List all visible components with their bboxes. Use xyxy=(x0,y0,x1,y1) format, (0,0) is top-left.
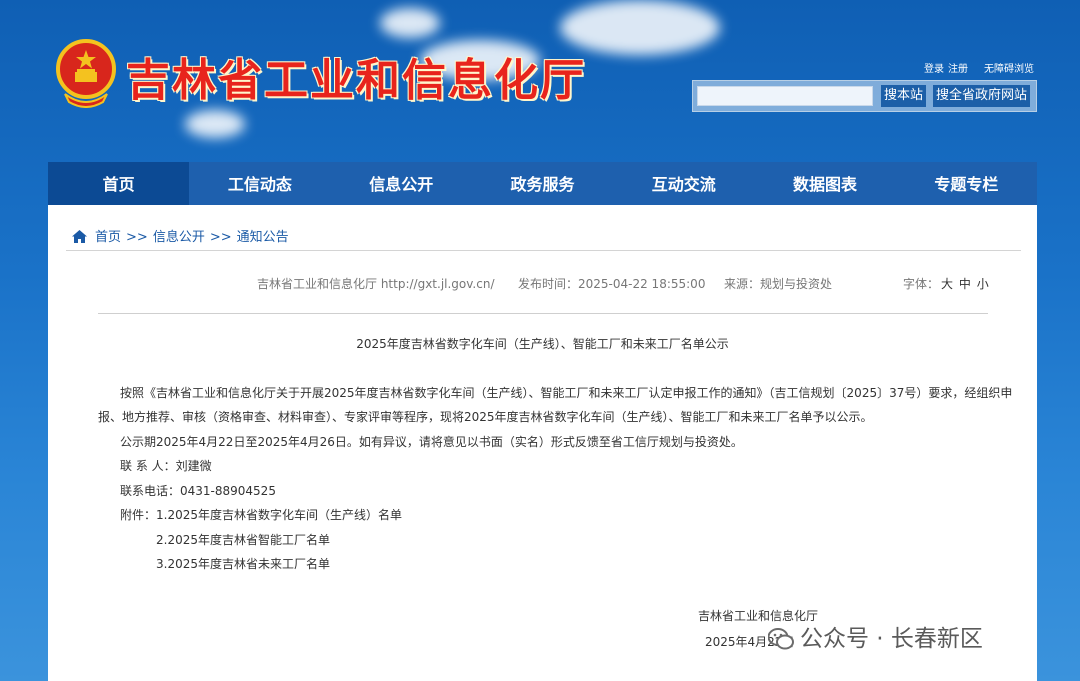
site-title: 吉林省工业和信息化厅 xyxy=(126,55,586,106)
login-link[interactable]: 登录 xyxy=(924,64,944,75)
contact-person: 联 系 人：刘建微 xyxy=(120,459,212,473)
search-bar: 搜本站 搜全省政府网站 xyxy=(692,80,1037,112)
home-icon xyxy=(72,230,87,243)
attachment-1[interactable]: 附件：1.2025年度吉林省数字化车间（生产线）名单 xyxy=(120,503,402,528)
accessible-link[interactable]: 无障碍浏览 xyxy=(984,64,1034,75)
article-paragraph: 报、地方推荐、审核（资格审查、材料审查）、专家评审等程序，现将2025年度吉林省… xyxy=(98,410,873,424)
nav-interaction[interactable]: 互动交流 xyxy=(613,162,754,205)
register-link[interactable]: 注册 xyxy=(948,64,968,75)
wechat-icon xyxy=(768,628,794,650)
cloud-decoration xyxy=(380,8,440,38)
breadcrumb-separator: >> xyxy=(126,230,148,245)
main-nav: 首页 工信动态 信息公开 政务服务 互动交流 数据图表 专题专栏 xyxy=(48,162,1037,205)
article-source: 来源：规划与投资处 xyxy=(724,277,833,291)
search-site-button[interactable]: 搜本站 xyxy=(881,85,927,107)
breadcrumb: 首页 >> 信息公开 >> 通知公告 xyxy=(72,226,289,245)
divider xyxy=(66,250,1021,251)
font-size-label: 字体： xyxy=(903,277,940,291)
watermark-text: 公众号 · 长春新区 xyxy=(800,626,983,652)
cloud-decoration xyxy=(185,110,245,138)
watermark: 公众号 · 长春新区 xyxy=(768,619,983,653)
nav-data-charts[interactable]: 数据图表 xyxy=(754,162,895,205)
search-gov-button[interactable]: 搜全省政府网站 xyxy=(933,85,1031,107)
article-paragraph: 按照《吉林省工业和信息化厅关于开展2025年度吉林省数字化车间（生产线）、智能工… xyxy=(120,386,1013,400)
source-site: 吉林省工业和信息化厅 http://gxt.jl.gov.cn/ xyxy=(257,277,495,291)
contact-phone: 联系电话：0431-88904525 xyxy=(120,484,276,498)
font-size-control: 字体：大 中 小 xyxy=(903,275,989,292)
nav-home[interactable]: 首页 xyxy=(48,162,190,205)
font-small-button[interactable]: 小 xyxy=(977,277,989,291)
top-links: 登录 注册 无障碍浏览 xyxy=(916,60,1034,75)
site-header: 吉林省工业和信息化厅 登录 注册 无障碍浏览 搜本站 搜全省政府网站 xyxy=(0,0,1080,162)
nav-gov-service[interactable]: 政务服务 xyxy=(472,162,613,205)
font-medium-button[interactable]: 中 xyxy=(959,277,971,291)
nav-news[interactable]: 工信动态 xyxy=(189,162,330,205)
attachment-3[interactable]: 3.2025年度吉林省未来工厂名单 xyxy=(156,552,330,577)
breadcrumb-info-public[interactable]: 信息公开 xyxy=(153,230,205,245)
content-panel: 首页 >> 信息公开 >> 通知公告 吉林省工业和信息化厅 http://gxt.jl.… xyxy=(48,205,1037,681)
breadcrumb-notices[interactable]: 通知公告 xyxy=(237,230,289,245)
nav-topics[interactable]: 专题专栏 xyxy=(896,162,1037,205)
attachment-2[interactable]: 2.2025年度吉林省智能工厂名单 xyxy=(156,528,330,553)
divider xyxy=(98,313,988,314)
breadcrumb-separator: >> xyxy=(209,230,232,245)
article-paragraph: 公示期2025年4月22日至2025年4月26日。如有异议，请将意见以书面（实名… xyxy=(120,435,743,449)
font-large-button[interactable]: 大 xyxy=(941,277,953,291)
national-emblem-icon xyxy=(56,39,116,108)
search-input[interactable] xyxy=(697,86,873,106)
publish-time: 发布时间：2025-04-22 18:55:00 xyxy=(518,277,706,291)
breadcrumb-home[interactable]: 首页 xyxy=(95,230,121,245)
article-title: 2025年度吉林省数字化车间（生产线）、智能工厂和未来工厂名单公示 xyxy=(356,337,729,351)
nav-info-public[interactable]: 信息公开 xyxy=(331,162,472,205)
